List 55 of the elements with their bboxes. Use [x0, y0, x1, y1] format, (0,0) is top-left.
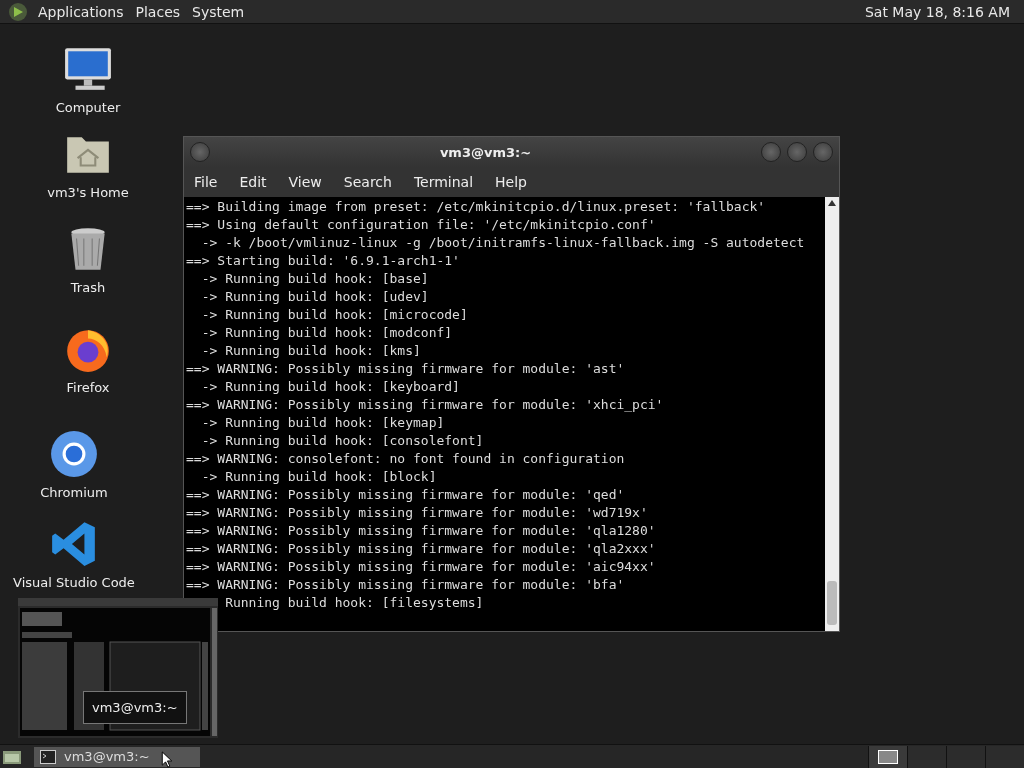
menu-item[interactable]: Edit: [239, 174, 267, 190]
terminal-line: -> Running build hook: [kms]: [200, 342, 422, 360]
terminal-line: ==> Using default configuration file: '/etc/mkinitcpio.conf': [186, 216, 657, 234]
window-title: vm3@vm3:~: [438, 144, 533, 160]
terminal-line: -> Running build hook: [keyboard]: [200, 378, 461, 396]
minimize-button[interactable]: [761, 142, 781, 162]
window-menu-button[interactable]: [190, 142, 210, 162]
menu-item[interactable]: Search: [343, 174, 392, 190]
icon-label[interactable]: Chromium: [40, 485, 108, 500]
terminal-line: ==> Building image from preset: /etc/mkinitcpio.d/linux.preset: 'fallback': [186, 198, 767, 216]
terminal-line: ==> WARNING: Possibly missing firmware for module: 'aic94xx': [186, 558, 657, 576]
icon-label[interactable]: vm3's Home: [47, 185, 129, 200]
terminal-line: ==> WARNING: Possibly missing firmware for module: 'qla1280': [186, 522, 657, 540]
workspace-button[interactable]: [868, 745, 907, 768]
terminal-line: -> Running build hook: [microcode]: [200, 306, 469, 324]
panel-menu[interactable]: System: [188, 3, 253, 20]
maximize-button[interactable]: [787, 142, 807, 162]
close-button[interactable]: [813, 142, 833, 162]
terminal-line: -> Running build hook: [modconf]: [200, 324, 454, 342]
terminal-line: ==> WARNING: Possibly missing firmware for module: 'bfa': [186, 576, 626, 594]
terminal-line: -> -k /boot/vmlinuz-linux -g /boot/initramfs-linux-fallback.img -S autodetect: [200, 234, 806, 252]
menu-item[interactable]: Terminal: [413, 174, 474, 190]
panel-menu[interactable]: Applications: [34, 3, 132, 20]
menu-item[interactable]: View: [288, 174, 322, 190]
icon-label[interactable]: Firefox: [66, 380, 110, 395]
terminal-line: ==> WARNING: Possibly missing firmware for module: 'wd719x': [186, 504, 649, 522]
terminal-line: ==> WARNING: Possibly missing firmware for module: 'qla2xxx': [186, 540, 657, 558]
terminal-icon: [40, 749, 56, 764]
terminal-line: -> Running build hook: [udev]: [200, 288, 430, 306]
scroll-up-icon[interactable]: [828, 200, 836, 206]
menu-item[interactable]: File: [194, 174, 218, 190]
chromium-icon[interactable]: [49, 429, 99, 479]
terminal-line: ==> WARNING: Possibly missing firmware for module: 'ast': [186, 360, 626, 378]
clock[interactable]: Sat May 18, 8:16 AM: [858, 3, 1016, 20]
terminal-line: ==> WARNING: consolefont: no font found in configuration: [186, 450, 626, 468]
tooltip: vm3@vm3:~: [83, 691, 187, 724]
terminal-line: Running build hook: [filesystems]: [224, 594, 485, 612]
show-desktop-icon[interactable]: [2, 748, 22, 765]
scrollbar[interactable]: [825, 197, 839, 631]
terminal-line: -> Running build hook: [keymap]: [200, 414, 446, 432]
terminal-line: ==> Starting build: '6.9.1-arch1-1': [186, 252, 461, 270]
terminal-line: ==> WARNING: Possibly missing firmware for module: 'qed': [186, 486, 626, 504]
terminal-line: -> Running build hook: [consolefont]: [200, 432, 485, 450]
terminal-line: ==> WARNING: Possibly missing firmware for module: 'xhci_pci': [186, 396, 665, 414]
icon-label[interactable]: Visual Studio Code: [13, 575, 135, 590]
terminal-line: -> Running build hook: [base]: [200, 270, 430, 288]
distro-logo-icon[interactable]: [8, 1, 28, 22]
scroll-thumb[interactable]: [827, 581, 837, 625]
panel-menu[interactable]: Places: [131, 3, 189, 20]
mouse-cursor-icon: [161, 751, 173, 768]
icon-label[interactable]: Trash: [70, 280, 106, 295]
terminal-line: -> Running build hook: [block]: [200, 468, 438, 486]
taskbar-button[interactable]: vm3@vm3:~: [34, 746, 200, 767]
icon-label[interactable]: Computer: [55, 100, 121, 115]
menu-item[interactable]: Help: [495, 174, 527, 190]
